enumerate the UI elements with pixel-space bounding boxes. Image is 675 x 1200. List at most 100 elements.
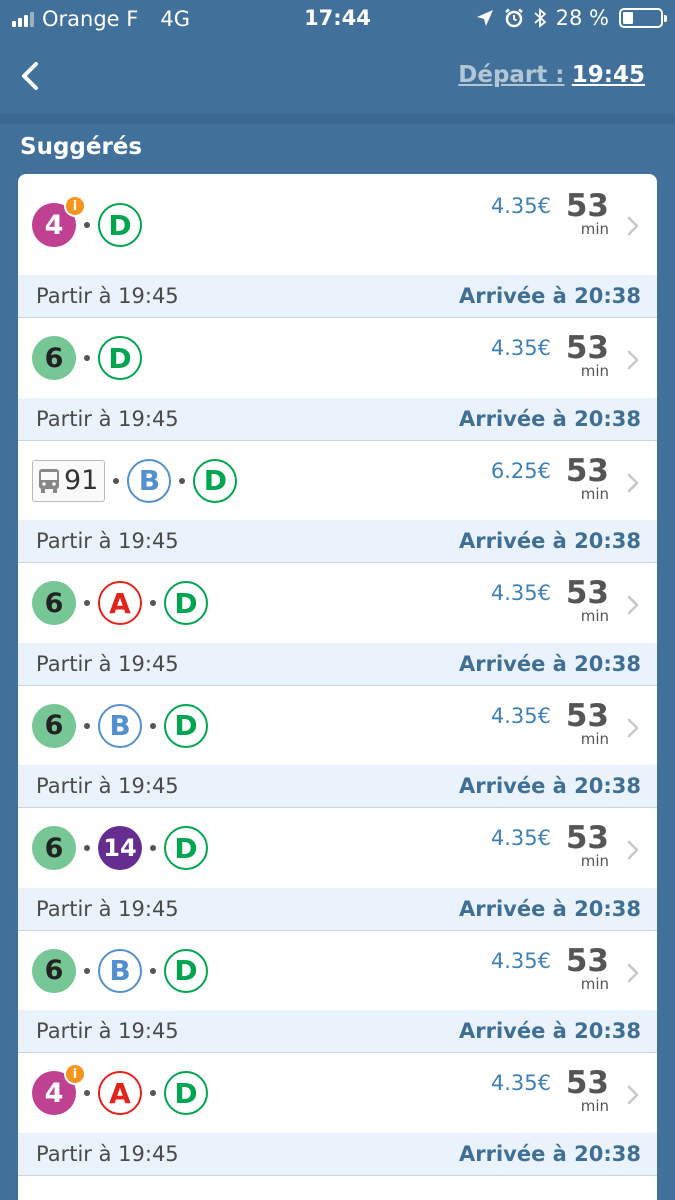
duration-value: 53 [565,330,609,366]
route-option[interactable]: 6 B D 4.35€ 53 min Partir à 19:45 Arrivée à 20:… [18,686,657,808]
route-price: 4.35€ [490,581,551,605]
route-duration: 53 min [565,820,609,870]
metro-line-badge: 6 [32,336,76,380]
metro-line-badge: 6 [32,703,76,748]
route-times: Partir à 19:45 Arrivée à 20:38 [18,642,657,685]
route-times: Partir à 19:45 Arrivée à 20:38 [18,887,657,930]
info-icon: i [64,1063,86,1085]
departure-time-selector[interactable]: Départ : 19:45 [458,62,645,88]
rer-line-badge: D [164,1071,208,1115]
arrival-text: Arrivée à 20:38 [459,1019,641,1043]
route-times: Partir à 19:45 Arrivée à 20:38 [18,520,657,562]
route-price: 4.35€ [490,1071,551,1095]
line-separator-dot [84,600,90,606]
route-option[interactable]: 6 D 4.35€ 53 min Partir à 19:45 Arrivée à 20:3… [18,318,657,441]
arrival-text: Arrivée à 20:38 [459,896,641,921]
line-label: B [138,464,161,497]
bus-line-number: 91 [64,465,99,496]
arrival-text: Arrivée à 20:38 [459,406,641,431]
departure-text: Partir à 19:45 [36,1141,179,1166]
bluetooth-icon [534,8,546,28]
duration-value: 53 [565,942,609,979]
line-label: 6 [44,832,64,864]
line-label: 4 [44,1077,64,1109]
line-separator-dot [150,1090,156,1096]
route-times: Partir à 19:45 Arrivée à 20:38 [18,765,657,807]
arrival-text: Arrivée à 20:38 [459,774,641,798]
line-label: 4 [44,209,64,241]
nav-bar: Départ : 19:45 [0,38,675,114]
chevron-right-icon [627,473,639,492]
back-chevron-icon[interactable] [16,60,44,92]
route-lines: 6 B D [32,948,208,993]
line-label: 6 [44,587,64,619]
route-option[interactable]: 4 i D 4.35€ 53 min Partir à 19:45 Arrivée à 20:… [18,174,657,318]
route-option[interactable]: 6 B D 4.35€ 53 min Partir à 19:45 Arrivée à 20:… [18,931,657,1053]
line-label: D [174,586,198,620]
line-label: 6 [44,955,64,986]
line-separator-dot [84,355,90,361]
rer-line-badge: D [164,948,208,993]
line-label: D [203,464,227,497]
departure-text: Partir à 19:45 [36,896,179,921]
duration-unit: min [580,852,609,870]
route-duration: 53 min [566,700,609,747]
chevron-right-icon [627,595,639,615]
line-separator-dot [150,845,156,851]
departure-text: Partir à 19:45 [36,529,179,553]
route-option[interactable]: 6 A D 4.35€ 53 min Partir à 19:45 Arrivée à 20:… [18,563,657,686]
duration-unit: min [580,362,609,380]
line-separator-dot [113,477,120,484]
duration-value: 53 [565,1065,609,1101]
line-separator-dot [150,600,156,606]
rer-line-badge: A [98,1071,142,1115]
route-price: 4.35€ [490,948,551,973]
route-option[interactable]: 6 14 D 4.35€ 53 min Partir à 19:45 Arrivée à 20… [18,808,657,931]
arrival-text: Arrivée à 20:38 [459,284,641,308]
departure-text: Partir à 19:45 [36,1019,179,1043]
info-icon: i [64,195,86,217]
route-times: Partir à 19:45 Arrivée à 20:38 [18,1010,657,1052]
line-separator-dot [84,222,90,228]
route-list: 4 i D 4.35€ 53 min Partir à 19:45 Arrivée à 20:… [18,174,657,1200]
route-summary: 6 A D 4.35€ 53 min [18,563,657,643]
battery-percent: 28 % [555,6,609,30]
departure-text: Partir à 19:45 [36,284,179,308]
bus-line-badge: 91 [32,459,106,502]
chevron-right-icon [627,963,639,982]
line-label: B [109,954,131,987]
status-bar: Orange F 4G 17:44 28 % [0,0,675,38]
route-option[interactable]: 91 B D 6.25€ 53 min Partir à 19:45 Arrivée à 20… [18,441,657,563]
chevron-right-icon [627,350,639,370]
rer-line-badge: B [98,948,142,993]
rer-line-badge: B [98,703,142,748]
route-lines: 6 A D [32,581,208,625]
route-lines: 6D [32,336,142,380]
route-times: Partir à 19:45 Arrivée à 20:38 [18,275,657,317]
departure-time: 19:45 [571,62,645,88]
line-separator-dot [84,967,90,974]
line-separator-dot [150,967,156,974]
chevron-right-icon [627,840,639,860]
rer-line-badge: D [193,458,238,503]
duration-value: 53 [565,820,609,856]
line-label: A [109,1076,131,1110]
metro-line-badge: 6 [32,826,76,870]
route-summary: 4 i D 4.35€ 53 min [18,174,657,276]
route-summary: 6 D 4.35€ 53 min [18,318,657,398]
route-lines: 6 B D [32,703,208,748]
rer-line-badge: D [164,581,208,625]
line-label: B [109,709,131,742]
nav-divider [0,114,675,124]
chevron-right-icon [627,216,639,236]
battery-icon [619,8,667,28]
route-summary: 6 B D 4.35€ 53 min [18,686,657,766]
route-duration: 53 min [566,455,609,502]
route-option[interactable]: 4 i A D 4.35€ 53 min Partir à 19:45 Arrivée à 20… [18,1053,657,1176]
rer-line-badge: D [164,703,208,748]
line-label: A [109,586,131,620]
metro-line-badge: 6 [32,948,76,993]
route-lines: 4i A D [32,1063,208,1115]
line-label: D [174,1076,198,1110]
rer-line-badge: D [98,336,142,380]
